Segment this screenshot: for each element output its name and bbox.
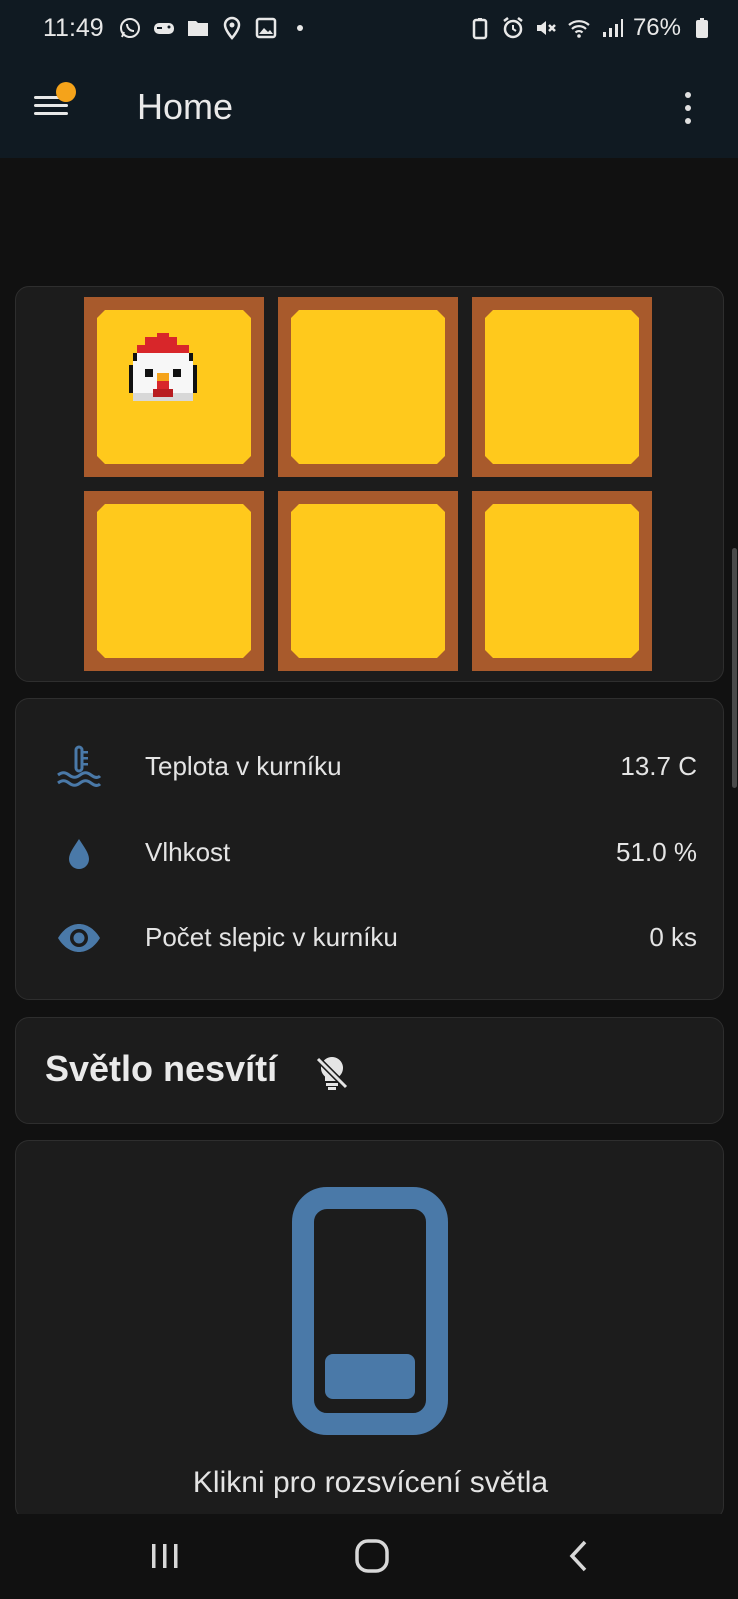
nest-box bbox=[97, 504, 251, 658]
menu-button[interactable] bbox=[30, 82, 76, 128]
wifi-icon bbox=[568, 20, 590, 38]
nest-box bbox=[291, 310, 445, 464]
scrollbar[interactable] bbox=[732, 548, 737, 788]
sensor-row-temperature[interactable]: Teplota v kurníku 13.7 C bbox=[16, 735, 725, 795]
system-nav-bar bbox=[0, 1514, 738, 1599]
eye-icon bbox=[58, 924, 100, 952]
status-left-icons bbox=[118, 16, 312, 40]
battery-icon bbox=[696, 18, 708, 38]
sensor-row-humidity[interactable]: Vlhkost 51.0 % bbox=[16, 821, 725, 881]
status-right-icons: 76% bbox=[468, 14, 714, 42]
light-switch-caption: Klikni pro rozsvícení světla bbox=[192, 1466, 549, 1499]
game-controller-icon bbox=[154, 23, 174, 34]
status-time: 11:49 bbox=[43, 14, 104, 42]
back-icon[interactable] bbox=[555, 1536, 605, 1576]
nest-box bbox=[291, 504, 445, 658]
nest-box bbox=[485, 310, 639, 464]
water-drop-icon bbox=[69, 839, 89, 869]
sensor-label: Vlhkost bbox=[145, 837, 231, 867]
battery-saver-icon bbox=[472, 18, 488, 40]
coop-tile-2[interactable] bbox=[278, 297, 458, 477]
recent-apps-icon[interactable] bbox=[140, 1536, 190, 1576]
whatsapp-icon bbox=[120, 18, 140, 38]
page-title: Home bbox=[137, 86, 234, 127]
dot-icon bbox=[297, 25, 303, 31]
status-bar: 11:49 76% bbox=[0, 0, 738, 56]
sensor-card: Teplota v kurníku 13.7 C Vlhkost 51.0 % … bbox=[15, 698, 724, 1000]
coop-grid-card bbox=[15, 286, 724, 682]
phone-toggle-icon bbox=[292, 1187, 448, 1435]
coop-tile-5[interactable] bbox=[278, 491, 458, 671]
overflow-menu-button[interactable] bbox=[676, 88, 700, 128]
coolant-temperature-icon bbox=[57, 745, 102, 787]
coop-tile-3[interactable] bbox=[472, 297, 652, 477]
more-vert-icon bbox=[685, 118, 691, 124]
mute-icon bbox=[536, 21, 556, 35]
sensor-value: 13.7 C bbox=[620, 751, 697, 781]
sensor-value: 0 ks bbox=[649, 922, 697, 952]
light-status-card[interactable]: Světlo nesvítí bbox=[15, 1017, 724, 1124]
location-pin-icon bbox=[223, 16, 241, 40]
alarm-icon bbox=[503, 17, 523, 39]
menu-icon-line bbox=[34, 112, 68, 115]
folder-icon bbox=[188, 21, 208, 36]
more-vert-icon bbox=[685, 105, 691, 111]
app-bar: Home bbox=[0, 56, 738, 158]
menu-icon-line bbox=[34, 104, 68, 107]
light-status-text: Světlo nesvítí bbox=[45, 1048, 278, 1089]
battery-percent: 76% bbox=[632, 14, 681, 41]
sensor-label: Počet slepic v kurníku bbox=[145, 922, 398, 952]
sensor-label: Teplota v kurníku bbox=[145, 751, 342, 781]
image-icon bbox=[255, 17, 277, 39]
coop-tile-4[interactable] bbox=[84, 491, 264, 671]
sensor-value: 51.0 % bbox=[616, 837, 697, 867]
nest-box bbox=[485, 504, 639, 658]
sensor-row-hen-count[interactable]: Počet slepic v kurníku 0 ks bbox=[16, 906, 725, 966]
home-icon[interactable] bbox=[347, 1536, 397, 1576]
lightbulb-off-icon bbox=[314, 1055, 350, 1091]
light-switch-card[interactable]: Klikni pro rozsvícení světla bbox=[15, 1140, 724, 1520]
coop-tile-1[interactable] bbox=[84, 297, 264, 477]
coop-tile-6[interactable] bbox=[472, 491, 652, 671]
more-vert-icon bbox=[685, 92, 691, 98]
chicken-icon bbox=[129, 333, 197, 401]
notification-dot-icon bbox=[56, 82, 76, 102]
signal-icon bbox=[602, 19, 623, 37]
